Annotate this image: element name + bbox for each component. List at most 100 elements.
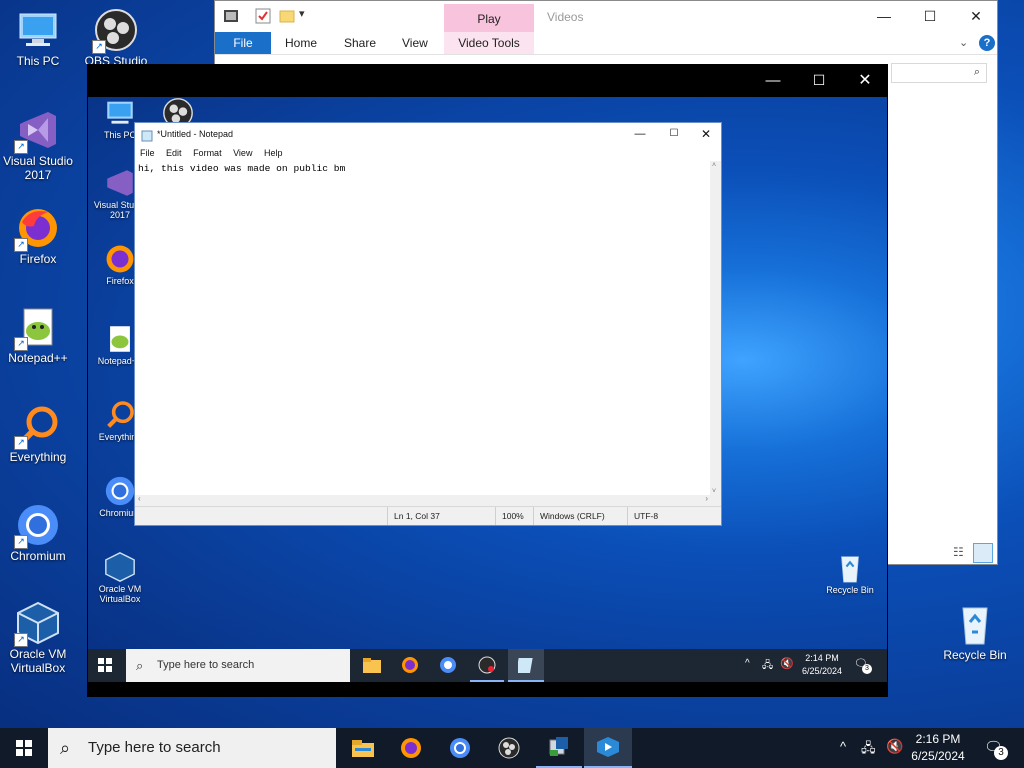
volume-muted-icon[interactable]: 🔇 [780,657,794,670]
file-explorer-icon[interactable] [363,657,381,676]
new-folder-icon[interactable] [279,8,295,27]
network-icon[interactable]: 🖧 [762,658,773,675]
firefox-icon[interactable] [401,656,419,677]
desktop-icon-label: Oracle VM VirtualBox [9,647,67,675]
notification-center-button[interactable]: 🗨 3 [984,738,1008,760]
shortcut-arrow-icon: ↗ [14,633,28,647]
network-icon[interactable]: 🖧 [861,739,876,761]
notepad-minimize-button[interactable]: — [623,123,657,145]
notepad-close-button[interactable]: ✕ [689,123,723,145]
chromium-icon[interactable] [437,728,483,768]
vm-notification-count: 3 [862,664,872,674]
menu-help[interactable]: Help [264,148,283,158]
desktop-icon-label: Oracle VM VirtualBox [98,584,142,604]
desktop-icon-label: Chromium [10,549,66,563]
search-box[interactable]: ⌕ [891,63,987,83]
tab-video-tools[interactable]: Video Tools [444,32,534,54]
vm-desktop-icon-recycle-bin[interactable]: Recycle Bin [818,552,882,595]
properties-icon[interactable] [255,8,271,27]
vm-search-box[interactable]: ⌕ Type here to search [126,649,350,682]
taskbar-search-placeholder: Type here to search [88,739,221,756]
start-button[interactable] [16,740,32,759]
chromium-icon: ↗ [14,503,62,549]
shortcut-arrow-icon: ↗ [14,238,28,252]
status-encoding: UTF-8 [627,507,714,525]
details-view-icon[interactable]: ☷ [953,545,971,561]
vm-clock[interactable]: 2:14 PM 6/25/2024 [794,652,850,678]
volume-muted-icon[interactable]: 🔇 [886,738,903,755]
obs-taskbar-button[interactable] [470,649,504,682]
notepad-menubar: File Edit Format View Help [135,145,721,161]
obs-icon: ↗ [92,8,140,54]
desktop-icon-label: Firefox [19,252,57,266]
vm-start-button[interactable] [98,658,112,675]
large-icons-view-icon[interactable] [973,543,993,563]
help-icon[interactable]: ? [979,35,995,51]
shortcut-arrow-icon: ↗ [14,140,28,154]
explorer-titlebar: ▾ Play Videos — ☐ ✕ [215,1,997,32]
desktop-icon-visual-studio[interactable]: ↗ Visual Studio 2017 [0,108,76,182]
vm-desktop-icon-virtualbox[interactable]: Oracle VM VirtualBox [88,551,152,604]
tab-share[interactable]: Share [344,32,376,54]
notepad-text-area[interactable]: hi, this video was made on public bm [135,161,711,507]
menu-edit[interactable]: Edit [166,148,182,158]
menu-format[interactable]: Format [193,148,222,158]
explorer-app-icon [223,8,239,27]
vm-clock-time: 2:14 PM [805,653,839,663]
tab-file[interactable]: File [215,32,271,54]
desktop-icon-virtualbox[interactable]: ↗ Oracle VM VirtualBox [0,601,76,675]
everything-search-icon [103,399,137,431]
desktop-icon-firefox[interactable]: ↗ Firefox [0,206,76,266]
desktop-icon-notepad-plus-plus[interactable]: ↗ Notepad++ [0,305,76,365]
tab-view[interactable]: View [402,32,428,54]
maximize-button[interactable]: ☐ [907,1,953,31]
notepad-window[interactable]: *Untitled - Notepad — ☐ ✕ File Edit Form… [134,122,722,526]
notepad-vertical-scrollbar[interactable]: ˄ ˅ [710,161,721,507]
desktop-icon-this-pc[interactable]: This PC [0,8,76,68]
visual-studio-icon: ↗ [14,108,62,154]
notepad-maximize-button[interactable]: ☐ [657,123,691,145]
desktop-icon-label: Recycle Bin [826,585,874,595]
vm-close-button[interactable]: ✕ [842,64,888,97]
firefox-icon[interactable] [388,728,434,768]
menu-view[interactable]: View [233,148,252,158]
status-position: Ln 1, Col 37 [387,507,494,525]
shortcut-arrow-icon: ↗ [14,337,28,351]
desktop-icon-chromium[interactable]: ↗ Chromium [0,503,76,563]
vm-notification-center-button[interactable]: 🗨 3 [854,657,872,674]
notepad-titlebar: *Untitled - Notepad — ☐ ✕ [135,123,721,145]
notepad-taskbar-button[interactable] [508,649,544,682]
file-explorer-icon[interactable] [340,728,386,768]
clock[interactable]: 2:16 PM 6/25/2024 [902,731,974,765]
virtualbox-icon: ↗ [14,601,62,647]
taskbar-search-box[interactable]: ⌕ Type here to search [48,728,336,768]
quick-access-dropdown-icon[interactable]: ▾ [299,7,305,20]
ribbon-tabs: File Home Share View Video Tools ⌄ ? [215,32,997,55]
vm-search-placeholder: Type here to search [157,659,255,671]
desktop-icon-label: Visual Studio 2017 [3,154,73,182]
desktop-icon-label: Notepad++ [8,351,68,365]
desktop-icon-recycle-bin[interactable]: Recycle Bin [937,602,1013,662]
desktop-icon-everything[interactable]: ↗ Everything [0,404,76,464]
scroll-down-icon[interactable]: ˅ [712,488,716,495]
notepad-plus-plus-icon: ↗ [14,305,62,351]
show-hidden-icons-chevron-icon[interactable]: ^ [840,739,846,754]
virtualbox-vm-icon[interactable] [584,728,632,768]
vm-maximize-button[interactable]: ☐ [796,64,842,97]
vm-minimize-button[interactable]: — [750,64,796,97]
minimize-button[interactable]: — [861,1,907,31]
chromium-icon[interactable] [439,656,457,677]
search-icon: ⌕ [136,658,144,673]
obs-icon[interactable] [486,728,532,768]
tab-home[interactable]: Home [285,32,317,54]
desktop-icon-obs[interactable]: ↗ OBS Studio [78,8,154,64]
virtualbox-manager-icon[interactable] [536,728,582,768]
clock-date: 6/25/2024 [911,749,965,763]
expand-ribbon-icon[interactable]: ⌄ [959,36,968,49]
notepad-horizontal-scrollbar[interactable]: ‹ › [135,494,711,506]
scroll-right-icon[interactable]: › [705,494,708,503]
close-button[interactable]: ✕ [953,1,999,31]
scroll-up-icon[interactable]: ˄ [712,162,716,169]
scroll-left-icon[interactable]: ‹ [138,494,141,503]
show-hidden-icons-chevron-icon[interactable]: ^ [745,658,750,669]
